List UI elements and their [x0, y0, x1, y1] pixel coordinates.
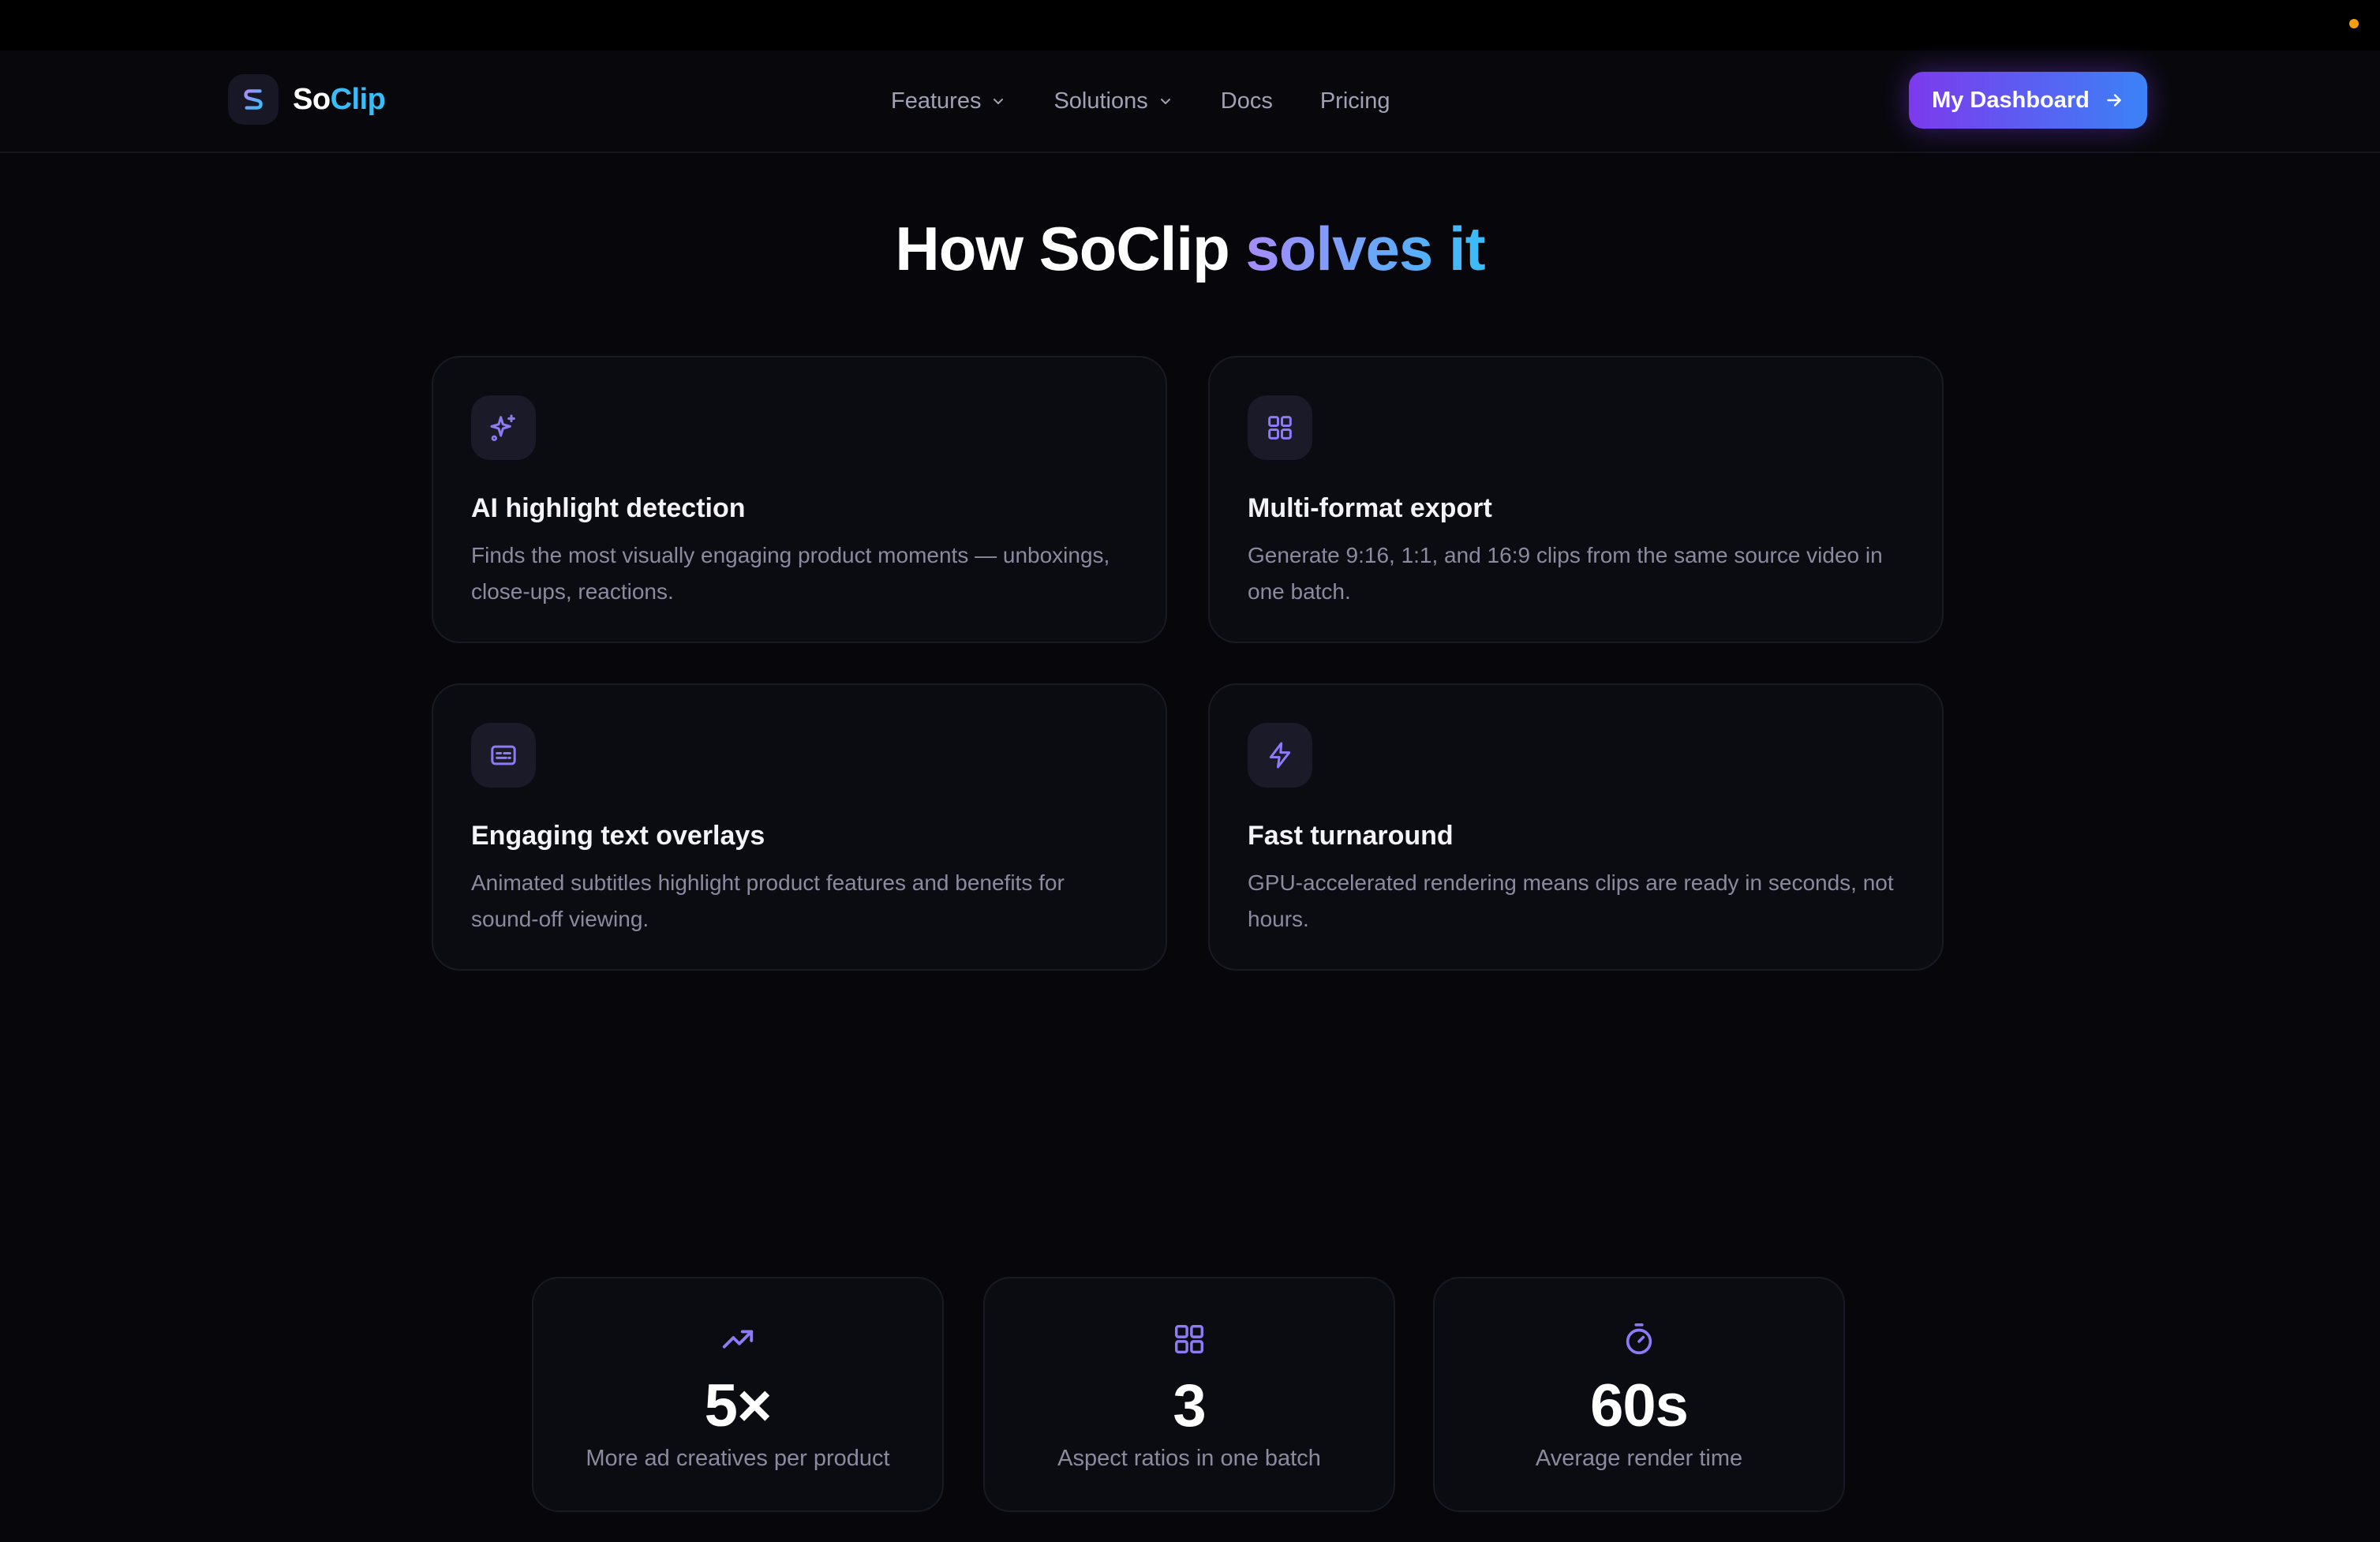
sparkles-icon	[490, 414, 515, 442]
lightning-icon	[1269, 742, 1291, 769]
main-menu: Features Solutions Docs Pricing	[891, 51, 1390, 152]
brand-name: SoClip	[293, 82, 386, 116]
brand-logo[interactable]: SoClip	[228, 74, 386, 125]
section-heading: How SoClip solves it	[895, 214, 1485, 283]
captions-icon	[491, 745, 516, 765]
status-dot	[2349, 19, 2359, 28]
feature-title: Multi-format export	[1248, 493, 1492, 523]
my-dashboard-button[interactable]: My Dashboard	[1909, 72, 2147, 129]
chevron-down-icon	[994, 99, 1004, 104]
grid-icon	[1268, 416, 1292, 440]
stat-card-aspect-ratios: 3 Aspect ratios in one batch	[983, 1277, 1395, 1512]
nav-item-solutions[interactable]: Solutions	[1053, 88, 1173, 114]
nav-item-docs[interactable]: Docs	[1221, 88, 1273, 114]
logo-icon	[228, 74, 279, 125]
stat-card-creatives: 5× More ad creatives per product	[532, 1277, 944, 1512]
stat-value: 3	[1173, 1372, 1206, 1439]
arrow-right-icon	[2107, 94, 2121, 107]
feature-title: Fast turnaround	[1248, 821, 1454, 851]
stat-value: 60s	[1590, 1372, 1689, 1439]
feature-title: AI highlight detection	[471, 493, 746, 523]
feature-title: Engaging text overlays	[471, 821, 765, 851]
stat-card-render-time: 60s Average render time	[1433, 1277, 1845, 1512]
feature-card-ai-highlight: AI highlight detection Finds the most vi…	[432, 356, 1167, 643]
grid-icon	[1174, 1324, 1204, 1354]
stopwatch-icon	[1626, 1323, 1652, 1355]
feature-description: Generate 9:16, 1:1, and 16:9 clips from …	[1248, 543, 1883, 604]
feature-card-text-overlays: Engaging text overlays Animated subtitle…	[432, 683, 1167, 971]
chevron-down-icon	[1160, 99, 1170, 104]
nav-item-features[interactable]: Features	[891, 88, 1006, 114]
nav-item-pricing[interactable]: Pricing	[1320, 88, 1390, 114]
stat-value: 5×	[704, 1372, 773, 1439]
browser-top-bar	[0, 0, 2380, 51]
feature-description: Finds the most visually engaging product…	[471, 543, 1110, 604]
feature-description: GPU-accelerated rendering means clips ar…	[1248, 870, 1894, 931]
stat-label: Average render time	[1535, 1446, 1743, 1471]
feature-description: Animated subtitles highlight product fea…	[471, 870, 1065, 931]
feature-card-fast-turnaround: Fast turnaround GPU-accelerated renderin…	[1208, 683, 1944, 971]
navbar: SoClip Features Solutions Docs Pricing M…	[0, 51, 2380, 153]
trending-up-icon	[722, 1330, 754, 1349]
feature-card-multi-format: Multi-format export Generate 9:16, 1:1, …	[1208, 356, 1944, 643]
stat-label: More ad creatives per product	[586, 1446, 890, 1471]
stat-label: Aspect ratios in one batch	[1057, 1446, 1321, 1471]
